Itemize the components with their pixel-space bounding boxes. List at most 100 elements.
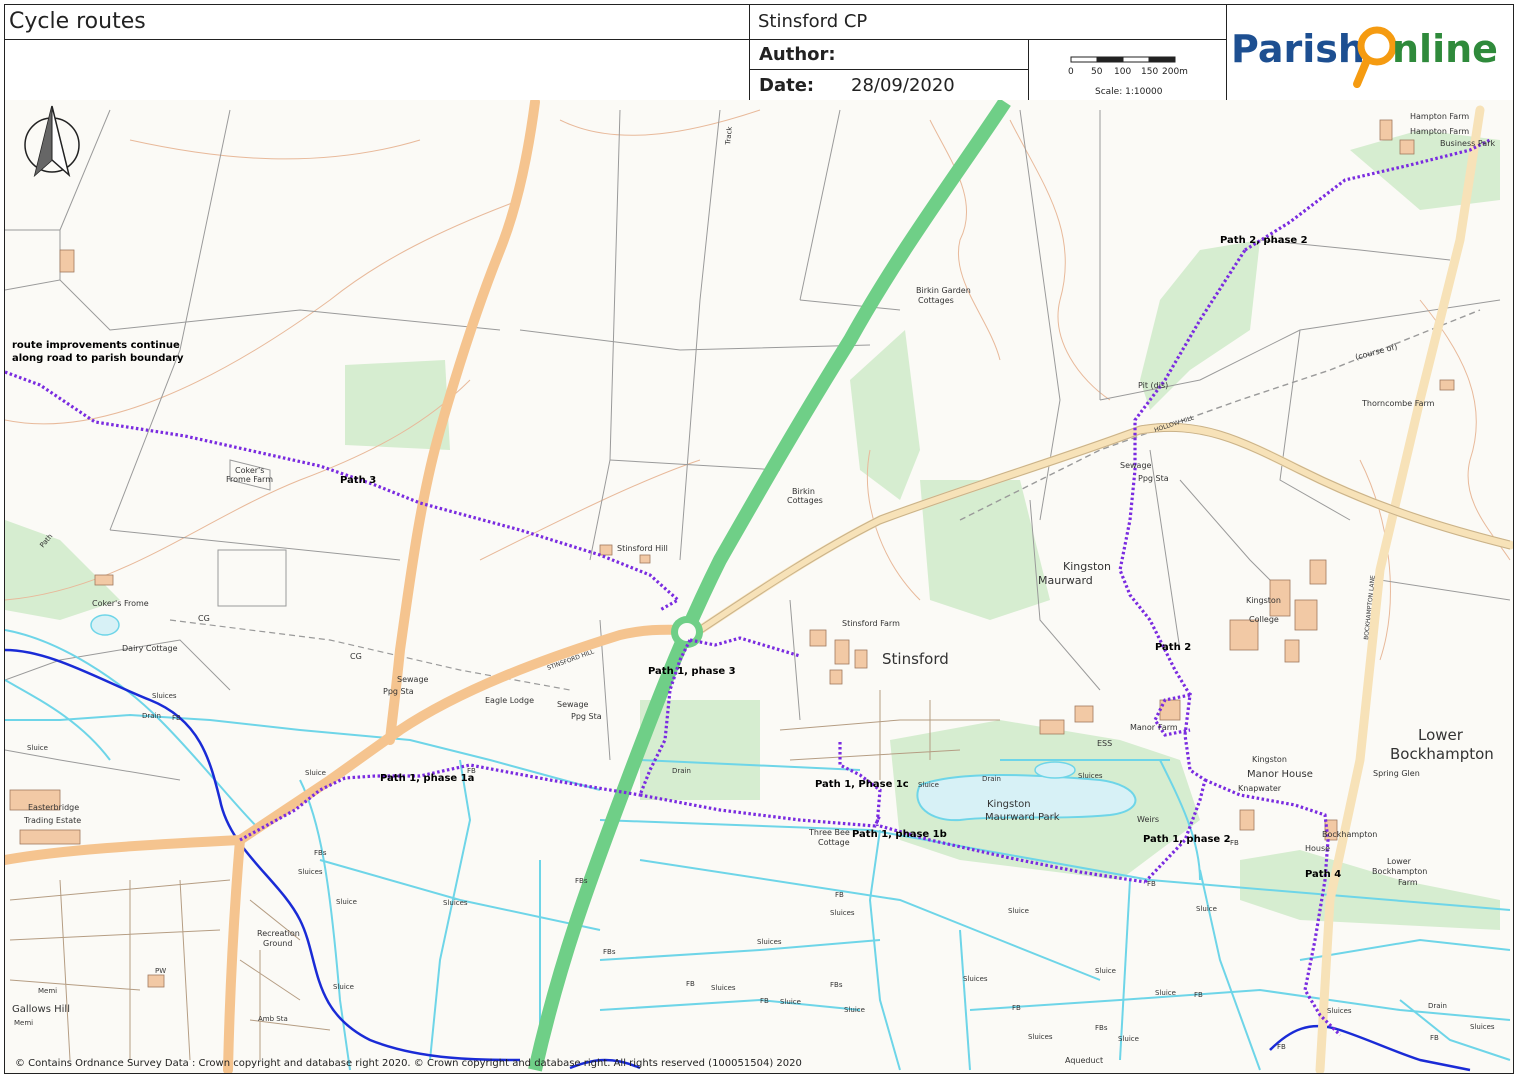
label-path-4: Path 4 — [1305, 869, 1341, 880]
label-thorncombe-farm: Thorncombe Farm — [1361, 399, 1435, 408]
author-cell: Author: — [749, 39, 1029, 70]
label-sluice: Sluice — [333, 983, 354, 991]
label-path-1-phase-1c: Path 1, Phase 1c — [815, 779, 909, 790]
label-lower-bockhampton-farm-2: Bockhampton — [1372, 867, 1427, 876]
place-km-park-2: Maurward Park — [985, 812, 1060, 823]
label-lower-bockhampton-farm-1: Lower — [1387, 857, 1412, 866]
label-hampton-farm-2: Hampton Farm — [1410, 127, 1469, 136]
label-sluices: Sluices — [1327, 1007, 1352, 1015]
label-sluices: Sluices — [298, 868, 323, 876]
label-sluices: Sluices — [1028, 1033, 1053, 1041]
label-sluice: Sluice — [780, 998, 801, 1006]
place-stinsford: Stinsford — [882, 650, 949, 668]
label-gallows-hill: Gallows Hill — [12, 1004, 70, 1015]
label-knapwater: Knapwater — [1238, 784, 1282, 793]
label-fb: FB — [1430, 1034, 1439, 1042]
label-aqueduct: Aqueduct — [1065, 1056, 1103, 1065]
label-bockhampton-house-1: Bockhampton — [1322, 830, 1377, 839]
label-kingston-college-1: Kingston — [1246, 596, 1281, 605]
label-sluice: Sluice — [1095, 967, 1116, 975]
label-ess: ESS — [1097, 739, 1112, 748]
label-kingston-college-2: College — [1249, 615, 1279, 624]
label-fb: FB — [835, 891, 844, 899]
label-sluice: Sluice — [1008, 907, 1029, 915]
annotation-line-1: route improvements continue — [12, 340, 180, 351]
label-cg-2: CG — [350, 652, 362, 661]
label-sluices: Sluices — [830, 909, 855, 917]
label-sluice: Sluice — [27, 744, 48, 752]
label-memi: Memi — [14, 1019, 33, 1027]
label-stinsford-hill: Stinsford Hill — [617, 544, 668, 553]
date-value: 28/09/2020 — [851, 75, 955, 96]
label-sluice: Sluice — [918, 781, 939, 789]
place-kingston-maurward-2: Maurward — [1038, 574, 1093, 587]
logo-cell: Parish nline — [1226, 4, 1514, 101]
scale-cell: 0 50 100 150 200m Scale: 1:10000 — [1028, 39, 1227, 101]
label-fbs: FBs — [575, 877, 588, 885]
label-cokers-frome: Coker's Frome — [92, 599, 149, 608]
label-sluice: Sluice — [1118, 1035, 1139, 1043]
label-sluice: Sluice — [305, 769, 326, 777]
label-fb: FB — [467, 767, 476, 775]
label-birkin-garden-1: Birkin Garden — [916, 286, 971, 295]
label-amb-sta: Amb Sta — [258, 1015, 288, 1023]
label-sluices: Sluices — [152, 692, 177, 700]
label-fb: FB — [760, 997, 769, 1005]
label-eagle-lodge: Eagle Lodge — [485, 696, 534, 705]
map-svg[interactable]: route improvements continue along road t… — [5, 100, 1513, 1073]
pond — [90, 614, 120, 636]
scale-bar: 0 50 100 150 200m Scale: 1:10000 — [1068, 56, 1188, 97]
label-kingston-manor-house-1: Kingston — [1252, 755, 1287, 764]
parish-cell: Stinsford CP — [749, 4, 1227, 40]
scale-tick-50: 50 — [1091, 67, 1103, 77]
label-sewage-1: Sewage — [397, 675, 429, 684]
label-ppg-sta-1: Ppg Sta — [383, 687, 414, 696]
map-canvas[interactable]: route improvements continue along road t… — [5, 100, 1513, 1073]
label-path-2: Path 2 — [1155, 642, 1191, 653]
copyright-notice: © Contains Ordnance Survey Data : Crown … — [15, 1058, 802, 1069]
label-sluice: Sluice — [1155, 989, 1176, 997]
label-drain: Drain — [142, 712, 161, 720]
label-business-park: Business Park — [1440, 139, 1495, 148]
label-kingston-manor-house-2: Manor House — [1247, 769, 1313, 780]
label-fbs: FBs — [603, 948, 616, 956]
label-drain: Drain — [982, 775, 1001, 783]
label-recreation-2: Ground — [263, 939, 292, 948]
label-fb: FB — [1194, 991, 1203, 999]
label-pits: Pit (dis) — [1138, 381, 1168, 390]
place-lower-bockhampton-1: Lower — [1418, 726, 1464, 744]
label-sluice: Sluice — [336, 898, 357, 906]
parish-name: Stinsford CP — [758, 11, 868, 32]
label-lower-bockhampton-farm-3: Farm — [1398, 878, 1418, 887]
label-bockhampton-house-2: House — [1305, 844, 1330, 853]
scale-tick-150: 150 — [1141, 67, 1158, 77]
label-easterbridge-1: Easterbridge — [28, 803, 79, 812]
label-path-1-phase-1b: Path 1, phase 1b — [852, 829, 947, 840]
label-ppg-sta-3: Ppg Sta — [1138, 474, 1169, 483]
place-lower-bockhampton-2: Bockhampton — [1390, 745, 1494, 763]
pond — [1034, 761, 1076, 779]
label-path-2-phase-2: Path 2, phase 2 — [1220, 235, 1308, 246]
logo-parish-text: Parish — [1231, 27, 1365, 71]
label-fb: FB — [172, 714, 181, 722]
place-kingston-maurward-1: Kingston — [1063, 560, 1111, 573]
scale-tick-100: 100 — [1114, 67, 1131, 77]
title-blank-cell — [4, 39, 750, 101]
label-sluices: Sluices — [757, 938, 782, 946]
label-sluices: Sluices — [711, 984, 736, 992]
label-hampton-farm-1: Hampton Farm — [1410, 112, 1469, 121]
date-label: Date: — [759, 75, 815, 96]
label-manor-farm-1: Manor — [1130, 723, 1156, 732]
label-stinsford-farm: Stinsford Farm — [842, 619, 900, 628]
label-drain: Drain — [672, 767, 691, 775]
label-path-1-phase-2: Path 1, phase 2 — [1143, 834, 1231, 845]
scale-tick-0: 0 — [1068, 67, 1074, 77]
scale-tick-200: 200m — [1162, 67, 1188, 77]
author-label: Author: — [759, 44, 836, 65]
label-path-3: Path 3 — [340, 475, 376, 486]
title-cell: Cycle routes — [4, 4, 750, 40]
map-title: Cycle routes — [9, 9, 146, 34]
logo-online-text: nline — [1392, 27, 1498, 71]
label-birkin-garden-2: Cottages — [918, 296, 954, 305]
label-sluices: Sluices — [963, 975, 988, 983]
